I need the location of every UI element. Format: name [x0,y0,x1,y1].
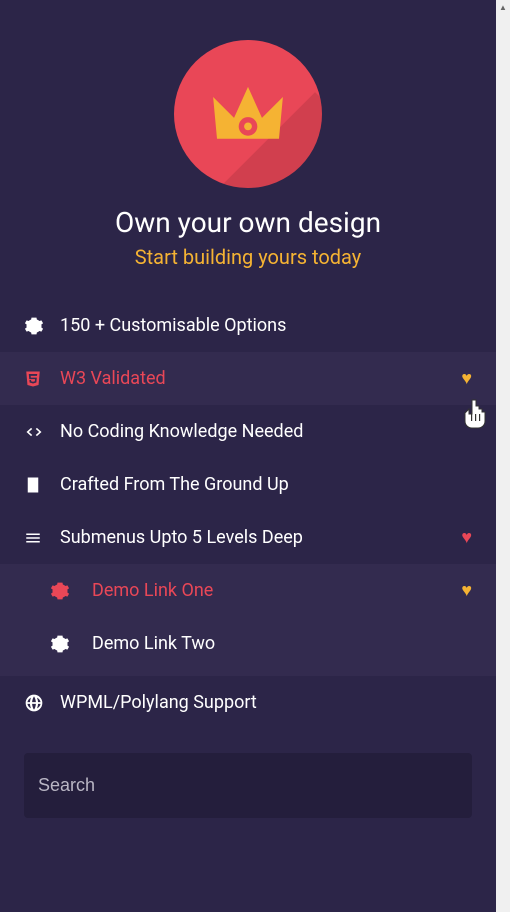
hero: Own your own design Start building yours… [0,0,496,299]
menu-item-w3validated[interactable]: W3 Validated ♥ [0,352,496,405]
gears-icon [50,581,92,601]
heart-icon: ♥ [461,580,472,601]
submenu: Demo Link One ♥ Demo Link Two [0,564,496,676]
hero-subtitle: Start building yours today [0,245,496,269]
building-icon [24,476,60,494]
menu-label: WPML/Polylang Support [60,692,472,713]
heart-icon: ♥ [461,527,472,548]
crown-icon [207,83,289,145]
menu-label: 150 + Customisable Options [60,315,472,336]
heart-icon: ♥ [461,368,472,389]
menu-item-nocoding[interactable]: No Coding Knowledge Needed [0,405,496,458]
main-menu-continued: WPML/Polylang Support [0,676,496,729]
submenu-label: Demo Link Two [92,633,472,654]
gears-icon [50,634,92,654]
bars-icon [24,529,60,547]
search-box[interactable] [24,753,472,818]
submenu-item-demo-one[interactable]: Demo Link One ♥ [0,564,496,617]
gears-icon [24,316,60,336]
scroll-up-arrow[interactable]: ▲ [496,0,510,14]
menu-label: No Coding Knowledge Needed [60,421,472,442]
submenu-label: Demo Link One [92,580,461,601]
menu-item-wpml[interactable]: WPML/Polylang Support [0,676,496,729]
code-icon [24,422,60,442]
main-menu: 150 + Customisable Options W3 Validated … [0,299,496,564]
hero-title: Own your own design [0,206,496,239]
menu-item-crafted[interactable]: Crafted From The Ground Up [0,458,496,511]
globe-icon [24,693,60,713]
menu-label: Crafted From The Ground Up [60,474,472,495]
css3-icon [24,370,60,388]
logo-circle [174,40,322,188]
search-input[interactable] [38,775,458,796]
menu-item-submenus[interactable]: Submenus Upto 5 Levels Deep ♥ [0,511,496,564]
menu-label: Submenus Upto 5 Levels Deep [60,527,461,548]
scrollbar[interactable]: ▲ [496,0,510,912]
submenu-item-demo-two[interactable]: Demo Link Two [0,617,496,670]
menu-label: W3 Validated [60,368,461,389]
menu-item-customisable[interactable]: 150 + Customisable Options [0,299,496,352]
